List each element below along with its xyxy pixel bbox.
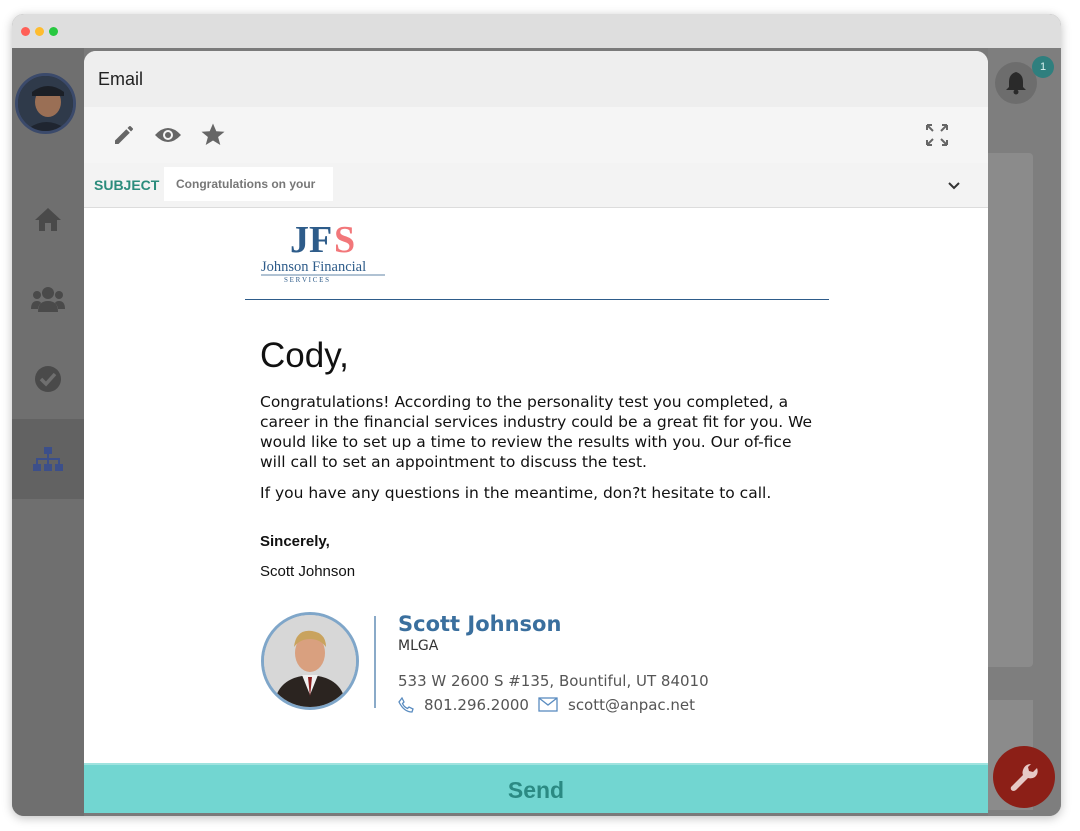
maximize-window-button[interactable]: [49, 27, 58, 36]
email-modal: Email SUBJECT Congratulations on your JF…: [84, 51, 988, 813]
logo-letters: JF: [290, 219, 332, 261]
subject-bar: SUBJECT: [84, 163, 988, 208]
signature-name: Scott Johnson: [398, 612, 562, 636]
notifications-button[interactable]: [995, 62, 1037, 104]
eye-icon: [155, 128, 181, 142]
send-button-label: Send: [507, 776, 565, 803]
logo-letter-s: S: [334, 219, 355, 261]
jfs-logo: JF S Johnson Financial S E R V I C E S: [261, 219, 385, 284]
org-chart-icon: [33, 447, 63, 471]
email-greeting: Cody,: [260, 336, 349, 375]
logo-line2: S E R V I C E S: [284, 276, 329, 284]
fullscreen-icon: [926, 124, 948, 146]
edit-pencil-icon: [115, 125, 134, 144]
person-photo: [264, 615, 356, 707]
sidebar-item-home[interactable]: [12, 179, 84, 259]
tools-fab-button[interactable]: [993, 746, 1055, 808]
favorite-button[interactable]: [199, 121, 227, 149]
sidebar: [12, 48, 84, 816]
avatar-photo: [18, 76, 73, 131]
email-body: JF S Johnson Financial S E R V I C E S C…: [84, 208, 988, 761]
minimize-window-button[interactable]: [35, 27, 44, 36]
send-button[interactable]: Send: [84, 763, 988, 813]
modal-title: Email: [98, 69, 144, 89]
title-bar: [12, 14, 1061, 48]
wrench-icon: [1010, 764, 1038, 791]
modal-header: Email: [84, 51, 988, 107]
close-window-button[interactable]: [21, 27, 30, 36]
sidebar-item-tasks[interactable]: [12, 339, 84, 419]
notification-count-badge: 1: [1032, 56, 1054, 78]
sidebar-item-users[interactable]: [12, 259, 84, 339]
star-icon: [201, 123, 225, 145]
email-icon: [538, 697, 558, 712]
subject-label: SUBJECT: [94, 177, 160, 193]
header-divider: [245, 299, 829, 300]
subject-expand-button[interactable]: [944, 175, 964, 195]
background-card: [988, 153, 1033, 667]
sidebar-item-org-chart[interactable]: [12, 419, 84, 499]
email-closing: Sincerely,: [260, 533, 330, 550]
phone-icon: [398, 697, 414, 713]
signature-divider: [374, 616, 376, 708]
signature-phone: 801.296.2000: [424, 696, 529, 714]
preview-button[interactable]: [154, 121, 182, 149]
email-toolbar: [84, 107, 988, 164]
signature-address: 533 W 2600 S #135, Bountiful, UT 84010: [398, 672, 709, 690]
edit-button[interactable]: [110, 121, 138, 149]
signature-email-link[interactable]: scott@anpac.net: [568, 696, 695, 714]
bell-icon: [1006, 72, 1026, 95]
email-sender-name: Scott Johnson: [260, 563, 356, 580]
users-icon: [31, 287, 65, 312]
check-circle-icon: [35, 366, 61, 392]
email-paragraph-2: If you have any questions in the meantim…: [260, 484, 772, 502]
logo-line1: Johnson Financial: [261, 259, 366, 275]
subject-input[interactable]: [164, 167, 333, 201]
signature-title: MLGA: [398, 638, 439, 654]
chevron-down-icon: [948, 182, 960, 190]
user-avatar[interactable]: [15, 73, 76, 134]
email-paragraph-1: Congratulations! According to the person…: [260, 393, 813, 471]
fullscreen-button[interactable]: [923, 121, 951, 149]
home-icon: [35, 208, 61, 231]
signature-photo: [261, 612, 359, 710]
